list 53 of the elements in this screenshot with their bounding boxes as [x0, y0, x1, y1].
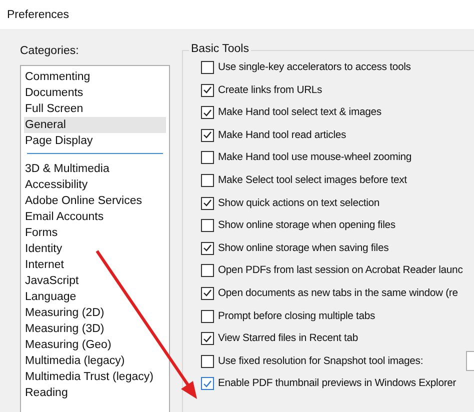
- window-title: Preferences: [7, 8, 70, 20]
- category-item[interactable]: 3D & Multimedia: [24, 161, 166, 177]
- category-item[interactable]: Language: [24, 289, 166, 305]
- checkbox[interactable]: [201, 377, 214, 390]
- category-item[interactable]: Measuring (2D): [24, 305, 166, 321]
- category-item[interactable]: JavaScript: [24, 273, 166, 289]
- category-item[interactable]: Measuring (3D): [24, 321, 166, 337]
- checkbox[interactable]: [201, 310, 214, 323]
- checkbox[interactable]: [201, 61, 214, 74]
- category-item[interactable]: Email Accounts: [24, 209, 166, 225]
- checkbox[interactable]: [201, 174, 214, 187]
- category-item[interactable]: Accessibility: [24, 177, 166, 193]
- option-label: Prompt before closing multiple tabs: [218, 310, 376, 322]
- group-title: Basic Tools: [189, 43, 251, 55]
- checkbox[interactable]: [201, 354, 214, 368]
- category-item[interactable]: General: [24, 117, 166, 133]
- option-label: Make Hand tool use mouse-wheel zooming: [218, 152, 412, 164]
- category-item[interactable]: Adobe Online Services: [24, 193, 166, 209]
- option-label: Enable PDF thumbnail previews in Windows Explorer: [218, 378, 456, 390]
- category-item[interactable]: Commenting: [24, 69, 166, 85]
- checkbox[interactable]: [201, 106, 214, 120]
- checkbox[interactable]: [201, 151, 214, 164]
- checkbox[interactable]: [201, 84, 214, 97]
- option-label: Show online storage when opening files: [218, 220, 396, 232]
- categories-label: Categories:: [20, 45, 80, 57]
- option-label: Show online storage when saving files: [218, 242, 389, 254]
- category-item[interactable]: Forms: [24, 225, 166, 241]
- category-item[interactable]: Internet: [24, 257, 166, 273]
- category-item[interactable]: Full Screen: [24, 101, 166, 117]
- checkbox[interactable]: [201, 128, 214, 142]
- checkbox[interactable]: [201, 196, 214, 210]
- option-label: Open PDFs from last session on Acrobat Reader launc: [218, 265, 463, 276]
- option-label: View Starred files in Recent tab: [218, 333, 358, 344]
- option-label: Make Hand tool select text & images: [218, 107, 382, 118]
- category-item[interactable]: Measuring (Geo): [24, 337, 166, 353]
- checkbox[interactable]: [201, 286, 214, 300]
- checkbox[interactable]: [201, 242, 214, 255]
- option-label: Make Hand tool read articles: [218, 130, 346, 141]
- category-item[interactable]: Multimedia Trust (legacy): [24, 369, 166, 385]
- category-item[interactable]: Reading: [24, 385, 166, 401]
- option-label: Show quick actions on text selection: [218, 198, 380, 209]
- checkbox[interactable]: [201, 264, 214, 278]
- category-item[interactable]: Documents: [24, 85, 166, 101]
- option-label: Use single-key accelerators to access tools: [218, 62, 411, 73]
- checkbox[interactable]: [201, 332, 214, 346]
- category-item[interactable]: Multimedia (legacy): [24, 353, 166, 369]
- category-item[interactable]: Page Display: [24, 133, 166, 149]
- checkbox[interactable]: [201, 219, 214, 232]
- option-label: Use fixed resolution for Snapshot tool images:: [218, 356, 424, 367]
- option-label: Open documents as new tabs in the same window (re: [218, 288, 458, 299]
- option-label: Create links from URLs: [218, 84, 322, 96]
- category-item[interactable]: Identity: [24, 241, 166, 257]
- option-label: Make Select tool select images before text: [218, 174, 407, 186]
